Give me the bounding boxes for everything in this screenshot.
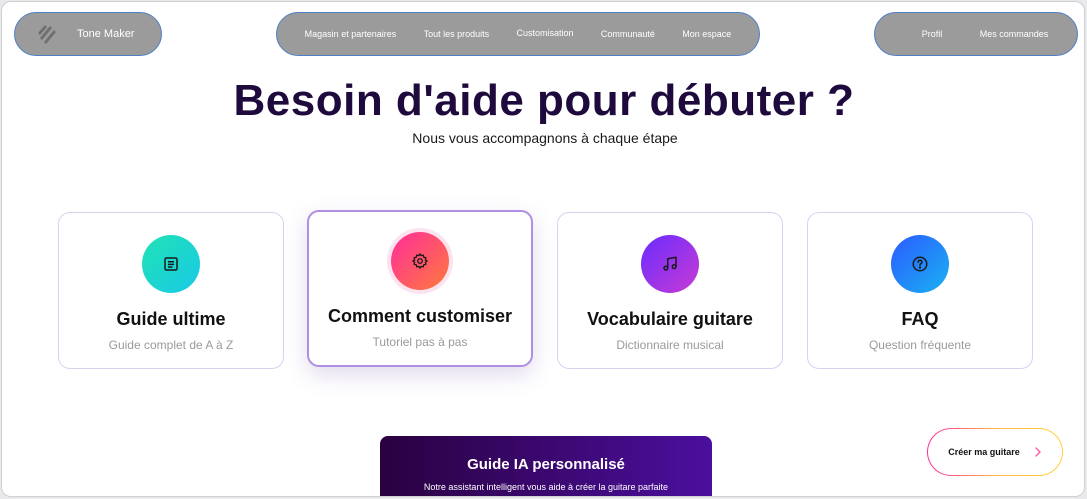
nav-link-magasin[interactable]: Magasin et partenaires: [305, 29, 397, 39]
card-subtitle: Tutoriel pas à pas: [372, 335, 468, 349]
nav-link-profil[interactable]: Profil: [922, 29, 943, 39]
card-subtitle: Dictionnaire musical: [616, 338, 724, 352]
card-comment-customiser[interactable]: Comment customiser Tutoriel pas à pas: [307, 210, 533, 367]
card-title: Comment customiser: [327, 306, 513, 326]
page: Tone Maker Magasin et partenaires Tout l…: [1, 1, 1085, 497]
logo-icon: [35, 22, 59, 46]
brand-name: Tone Maker: [77, 28, 135, 40]
page-subtitle: Nous vous accompagnons à chaque étape: [412, 130, 678, 146]
card-vocabulaire-guitare[interactable]: Vocabulaire guitare Dictionnaire musical: [557, 212, 783, 369]
card-subtitle: Question fréquente: [868, 338, 972, 352]
nav-link-communaute[interactable]: Communauté: [601, 29, 655, 39]
create-guitar-button[interactable]: Créer ma guitare: [927, 428, 1063, 476]
nav-link-mon-espace[interactable]: Mon espace: [682, 29, 731, 39]
ai-guide-panel[interactable]: Guide IA personnalisé Notre assistant in…: [380, 436, 712, 496]
card-subtitle: Guide complet de A à Z: [108, 338, 234, 352]
gear-icon: [391, 232, 449, 290]
card-guide-ultime[interactable]: Guide ultime Guide complet de A à Z: [58, 212, 284, 369]
chevron-right-icon: [1034, 447, 1042, 457]
brand-pill[interactable]: Tone Maker: [14, 12, 162, 56]
nav-link-mes-commandes[interactable]: Mes commandes: [980, 29, 1049, 39]
create-guitar-label: Créer ma guitare: [948, 447, 1020, 457]
main-nav: Magasin et partenaires Tout les produits…: [276, 12, 760, 56]
ai-panel-title: Guide IA personnalisé: [467, 456, 625, 473]
nav-link-customisation[interactable]: Customisation: [517, 28, 574, 38]
card-title: FAQ: [901, 309, 939, 329]
ai-panel-subtitle: Notre assistant intelligent vous aide à …: [423, 482, 669, 492]
question-icon: [891, 235, 949, 293]
user-nav: Profil Mes commandes: [874, 12, 1078, 56]
card-faq[interactable]: FAQ Question fréquente: [807, 212, 1033, 369]
nav-link-produits[interactable]: Tout les produits: [424, 29, 490, 39]
document-icon: [142, 235, 200, 293]
music-note-icon: [641, 235, 699, 293]
page-title: Besoin d'aide pour débuter ?: [233, 76, 855, 125]
card-title: Vocabulaire guitare: [587, 309, 753, 329]
card-title: Guide ultime: [116, 309, 226, 329]
